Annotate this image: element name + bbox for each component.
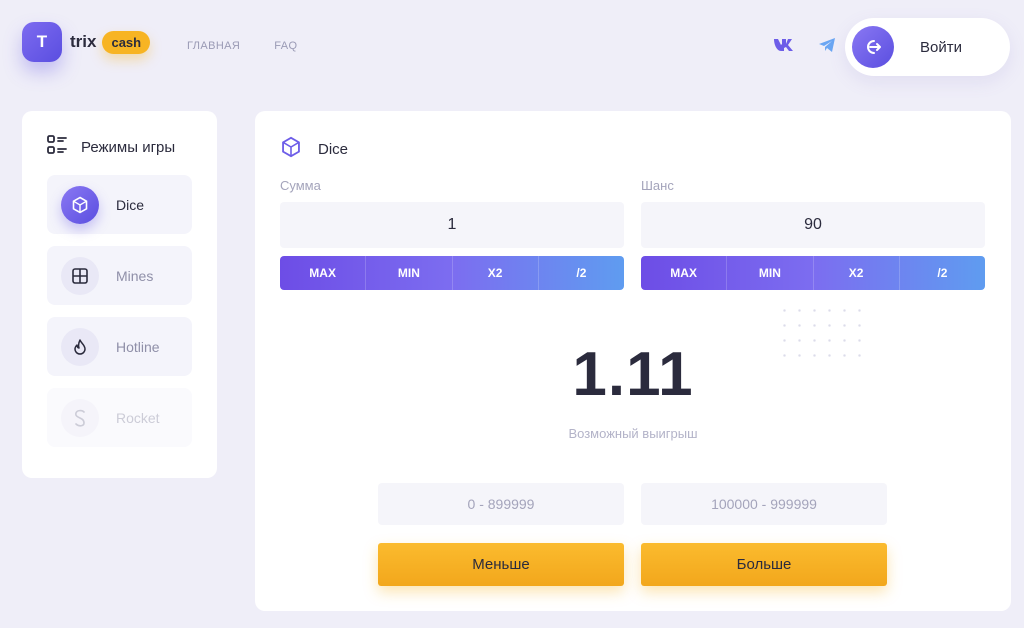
more-range-field xyxy=(641,483,887,525)
nav-home-link[interactable]: ГЛАВНАЯ xyxy=(187,40,240,52)
list-icon xyxy=(47,135,67,159)
login-icon xyxy=(852,26,894,68)
panel-title: Dice xyxy=(280,136,348,162)
chance-double-button[interactable]: X2 xyxy=(814,256,900,290)
login-label: Войти xyxy=(920,38,962,56)
game-modes-sidebar: Режимы игры Dice Mines Hotline Rocket xyxy=(22,111,217,478)
login-button[interactable]: Войти xyxy=(845,18,1010,76)
dice-game-panel: Dice Сумма MAX MIN X2 /2 Шанс MAX MIN X2… xyxy=(255,111,1011,611)
sidebar-item-mines[interactable]: Mines xyxy=(47,246,192,305)
logo-word: trix xyxy=(70,32,97,51)
amount-label: Сумма xyxy=(280,178,321,193)
logo-pill: cash xyxy=(102,30,151,54)
sidebar-title-label: Режимы игры xyxy=(81,138,176,156)
chance-max-button[interactable]: MAX xyxy=(641,256,728,290)
flame-icon xyxy=(61,327,99,366)
possible-win-label: Возможный выигрыш xyxy=(568,426,698,441)
sidebar-item-label: Dice xyxy=(116,196,145,213)
vk-icon[interactable] xyxy=(772,36,798,54)
panel-title-label: Dice xyxy=(318,140,349,158)
less-range-field xyxy=(378,483,624,525)
rocket-icon xyxy=(61,398,99,437)
chance-half-button[interactable]: /2 xyxy=(900,256,985,290)
logo[interactable]: T trix cash xyxy=(22,22,151,62)
less-button[interactable]: Меньше xyxy=(378,543,624,586)
sidebar-item-label: Hotline xyxy=(116,338,160,355)
amount-double-button[interactable]: X2 xyxy=(453,256,539,290)
sidebar-item-label: Mines xyxy=(116,267,154,284)
logo-badge: T xyxy=(22,22,62,62)
chance-label: Шанс xyxy=(641,178,674,193)
social-links xyxy=(772,36,840,54)
main-nav: ГЛАВНАЯ FAQ xyxy=(187,40,297,52)
sidebar-item-label: Rocket xyxy=(116,409,160,426)
nav-faq-link[interactable]: FAQ xyxy=(274,40,297,52)
grid-icon xyxy=(61,256,99,295)
amount-max-button[interactable]: MAX xyxy=(280,256,367,290)
amount-half-button[interactable]: /2 xyxy=(539,256,624,290)
dice-icon xyxy=(280,136,302,162)
sidebar-title: Режимы игры xyxy=(47,135,192,159)
more-button[interactable]: Больше xyxy=(641,543,887,586)
possible-win-value: 1.11 xyxy=(572,340,694,409)
amount-controls: MAX MIN X2 /2 xyxy=(280,256,624,290)
chance-input[interactable] xyxy=(641,202,985,248)
sidebar-item-hotline[interactable]: Hotline xyxy=(47,317,192,376)
amount-min-button[interactable]: MIN xyxy=(366,256,453,290)
sidebar-item-rocket[interactable]: Rocket xyxy=(47,388,192,447)
chance-controls: MAX MIN X2 /2 xyxy=(641,256,985,290)
telegram-icon[interactable] xyxy=(814,36,840,54)
dice-icon xyxy=(61,185,99,224)
chance-min-button[interactable]: MIN xyxy=(727,256,814,290)
amount-input[interactable] xyxy=(280,202,624,248)
sidebar-item-dice[interactable]: Dice xyxy=(47,175,192,234)
